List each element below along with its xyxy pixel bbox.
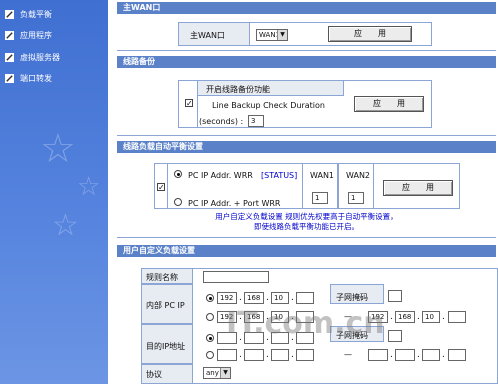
chevron-down-icon: ▼ [277,30,287,40]
ip-dot: . [442,312,445,322]
sidebar-item-label: 端口转发 [20,73,52,83]
ip-dot: . [239,350,242,360]
dest-ip-end-octet1[interactable] [368,349,388,361]
section-header-line-backup: 线路备份 [117,56,496,68]
sidebar: ☆ ☆ ☆ 负载平衡 应用程序 虚拟服务器 端口转发 [0,0,108,384]
auto-balance-note-line2: 即使线路负载平衡功能已开启。 [254,222,359,231]
pencil-icon [5,73,14,83]
protocol-label: 协议 [146,370,162,379]
wan1-header: WAN1 [310,171,335,180]
chevron-down-icon: ▼ [220,368,230,378]
dest-ip2-octet1[interactable] [217,349,237,361]
wan2-header: WAN2 [346,171,371,180]
auto-balance-checkbox[interactable]: ✓ [157,183,165,192]
sidebar-item-port-forwarding[interactable]: 端口转发 [5,71,105,85]
protocol-select[interactable]: any ▼ [203,367,231,379]
sidebar-item-label: 虚拟服务器 [20,52,60,62]
primary-wan-label: 主WAN口 [190,31,225,40]
dest-ip2-octet4[interactable] [296,349,314,361]
range-dash: — [344,350,352,359]
pencil-icon [5,30,14,40]
watermark: IT.com.cn [226,306,385,341]
star-decoration-icon: ☆ [40,126,76,172]
status-link[interactable]: [STATUS] [261,171,297,180]
sidebar-item-label: 负载平衡 [20,9,52,19]
internal-ip1-octet1[interactable]: 192 [217,292,237,304]
ip-dot: . [442,350,445,360]
line-backup-checkbox[interactable]: ✓ [185,99,193,108]
star-decoration-icon: ☆ [52,208,79,243]
internal-ip-end-octet4[interactable] [448,311,466,323]
dest-ip-end-octet4[interactable] [448,349,466,361]
wrr-radio[interactable] [174,170,182,178]
protocol-select-value: any [206,369,219,377]
dest-ip-end-octet2[interactable] [395,349,415,361]
internal-ip-range-radio[interactable] [206,313,214,321]
sidebar-item-load-balance[interactable]: 负载平衡 [5,7,105,21]
internal-ip-single-radio[interactable] [206,294,214,302]
section-divider [117,237,496,238]
ip-dot: . [239,293,242,303]
dest-ip-label: 目的IP地址 [146,342,186,351]
pencil-icon [5,9,14,19]
primary-wan-apply-button[interactable]: 应 用 [328,26,412,42]
ip-dot: . [417,312,420,322]
internal-ip1-octet2[interactable]: 168 [244,292,264,304]
rule-name-input[interactable] [203,271,269,283]
internal-mask-input[interactable] [388,290,402,302]
dest-ip-single-radio[interactable] [206,334,214,342]
section-header-auto-balance: 线路负载自动平衡设置 [117,141,496,153]
pencil-icon [5,52,14,62]
dest-ip2-octet2[interactable] [244,349,264,361]
dest-mask-input[interactable] [388,330,402,342]
section-divider [117,135,496,136]
dest-ip-end-octet3[interactable] [422,349,440,361]
section-header-primary-wan: 主WAN口 [117,2,496,14]
star-decoration-icon: ☆ [77,172,101,202]
auto-balance-apply-button[interactable]: 应 用 [383,180,453,196]
internal-ip1-octet4[interactable] [296,292,314,304]
wan2-weight-input[interactable]: 1 [348,192,364,204]
sidebar-item-label: 应用程序 [20,30,52,40]
main-content: 主WAN口 主WAN口 WAN1 ▼ 应 用 线路备份 ✓ 开启线路备份功能 L… [108,0,498,384]
section-divider [117,50,496,51]
line-backup-seconds-label: (seconds) : [199,117,244,126]
ip-dot: . [291,350,294,360]
line-backup-apply-button[interactable]: 应 用 [354,96,424,112]
ip-dot: . [417,350,420,360]
internal-ip-end-octet3[interactable]: 10 [422,311,440,323]
port-wrr-radio[interactable] [174,198,182,206]
line-backup-duration-label: Line Backup Check Duration [212,101,325,110]
ip-dot: . [266,350,269,360]
dest-ip2-octet3[interactable] [271,349,289,361]
primary-wan-select[interactable]: WAN1 ▼ [256,29,288,41]
sidebar-item-applications[interactable]: 应用程序 [5,28,105,42]
wan1-weight-input[interactable]: 1 [312,192,328,204]
section-header-custom-balance: 用户自定义负载设置 [117,245,496,257]
port-wrr-option-label: PC IP Addr. + Port WRR [188,199,281,208]
line-backup-enable-label: 开启线路备份功能 [206,85,270,94]
ip-dot: . [390,350,393,360]
ip-dot: . [291,293,294,303]
line-backup-seconds-input[interactable]: 3 [248,115,264,127]
internal-ip-end-octet2[interactable]: 168 [395,311,415,323]
dest-ip-range-radio[interactable] [206,351,214,359]
internal-ip-label: 内部 PC IP [146,301,185,310]
wrr-option-label: PC IP Addr. WRR [188,171,253,180]
sidebar-item-virtual-server[interactable]: 虚拟服务器 [5,50,105,64]
rule-name-label: 规则名称 [146,273,178,282]
mask-label: 子网掩码 [336,293,368,302]
ip-dot: . [266,293,269,303]
internal-ip1-octet3[interactable]: 10 [271,292,289,304]
ip-dot: . [390,312,393,322]
